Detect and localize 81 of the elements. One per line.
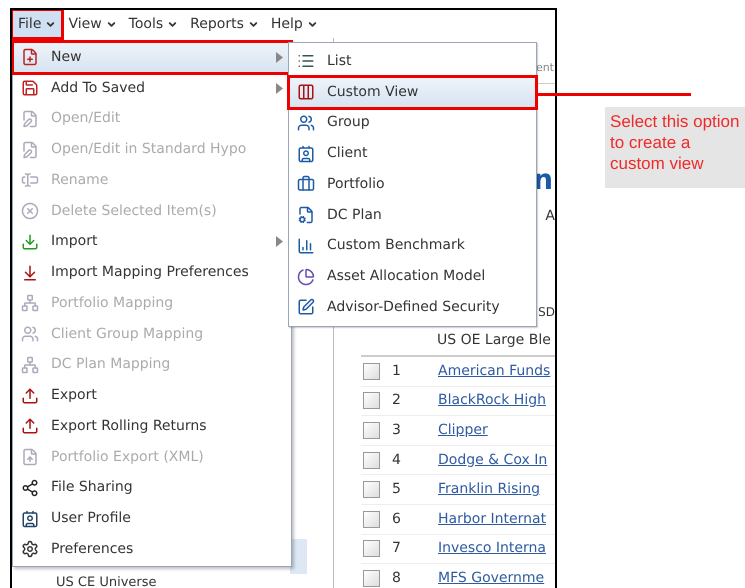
menu-bar-item[interactable]: Help — [264, 10, 324, 38]
callout-note: Select this option to create a custom view — [605, 107, 745, 188]
bar-chart-icon — [297, 236, 315, 255]
fund-link[interactable]: Invesco Interna — [438, 538, 546, 560]
menu-bar-item[interactable]: Reports — [184, 10, 265, 38]
row-checkbox[interactable] — [363, 392, 380, 410]
submenu-arrow-icon — [276, 52, 283, 63]
tab[interactable]: ent — [536, 60, 554, 77]
upload-icon — [21, 417, 39, 436]
menu-item[interactable]: Export — [13, 380, 291, 411]
field-label: A — [545, 206, 555, 226]
fund-link[interactable]: MFS Governme — [438, 568, 544, 588]
group-header: US OE Large Ble — [437, 330, 551, 350]
row-checkbox[interactable] — [363, 452, 380, 469]
menu-item[interactable]: New — [13, 42, 291, 73]
share-icon — [21, 478, 39, 497]
upload-icon — [21, 386, 39, 405]
pie-chart-icon — [297, 268, 315, 286]
briefcase-icon — [297, 175, 315, 194]
fund-link[interactable]: Franklin Rising — [438, 479, 540, 500]
submenu-arrow-icon — [276, 82, 283, 94]
fund-link[interactable]: BlackRock High — [438, 390, 546, 412]
row-number: 8 — [392, 568, 402, 588]
row-number: 1 — [392, 362, 402, 381]
menu-item[interactable]: Custom Benchmark — [289, 230, 536, 262]
menu-item[interactable]: User Profile — [13, 503, 291, 534]
menu-item[interactable]: Advisor-Defined Security — [289, 292, 536, 323]
row-number: 7 — [392, 539, 402, 558]
pencil-document-icon — [21, 110, 39, 128]
fund-link[interactable]: Dodge & Cox In — [438, 450, 548, 471]
mapping-icon — [21, 356, 39, 374]
fund-link[interactable]: Clipper — [438, 420, 488, 441]
row-checkbox[interactable] — [363, 481, 380, 498]
list-item: US CE Universe — [55, 576, 158, 588]
submenu-arrow-icon — [276, 236, 283, 248]
column-header: SD — [538, 304, 555, 321]
delete-icon — [21, 202, 39, 220]
row-number: 4 — [392, 450, 402, 470]
row-checkbox[interactable] — [363, 510, 380, 528]
menu-item[interactable]: List — [289, 46, 536, 77]
menu-bar-item[interactable]: File — [12, 10, 62, 38]
menu-item[interactable]: Add To Saved — [13, 72, 291, 104]
mapping-icon — [21, 294, 39, 312]
settings-icon — [21, 540, 39, 558]
contact-card-icon — [21, 510, 39, 528]
menu-item[interactable]: File Sharing — [13, 472, 291, 504]
menu-item[interactable]: Group — [289, 108, 536, 138]
row-checkbox[interactable] — [363, 362, 380, 380]
pencil-document-icon — [21, 140, 39, 159]
document-gear-icon — [297, 206, 315, 224]
columns-icon — [297, 83, 315, 102]
file-upload-icon — [21, 448, 39, 466]
menu-item[interactable]: Asset Allocation Model — [289, 261, 536, 292]
row-number: 3 — [392, 420, 402, 440]
contact-card-icon — [297, 144, 315, 163]
text-cursor-icon — [21, 171, 39, 190]
down-arrow-icon — [21, 264, 39, 282]
menu-item[interactable]: Preferences — [13, 534, 291, 565]
menu-item[interactable]: Client — [289, 138, 536, 169]
menu-item[interactable]: Import — [13, 226, 291, 258]
menu-bar-item[interactable]: View — [62, 10, 123, 38]
menu-item[interactable]: Portfolio — [289, 169, 536, 200]
row-checkbox[interactable] — [363, 540, 380, 558]
menu-item[interactable]: Export Rolling Returns — [13, 411, 291, 442]
people-icon — [297, 114, 315, 132]
people-icon — [21, 325, 39, 344]
row-number: 6 — [392, 510, 402, 529]
fund-link[interactable]: Harbor Internat — [438, 508, 546, 530]
row-number: 5 — [392, 480, 402, 500]
pencil-square-icon — [297, 298, 315, 316]
menu-item[interactable]: Import Mapping Preferences — [13, 257, 291, 288]
fund-link[interactable]: American Funds — [438, 360, 550, 382]
row-number: 2 — [392, 391, 402, 410]
row-checkbox[interactable] — [363, 422, 380, 439]
menu-item[interactable]: DC Plan — [289, 200, 536, 230]
menu-bar-item[interactable]: Tools — [122, 10, 184, 38]
row-checkbox[interactable] — [363, 570, 380, 587]
menu-item[interactable]: Custom View — [289, 76, 536, 108]
download-icon — [21, 232, 39, 251]
selected-row-highlight — [290, 538, 307, 574]
file-plus-icon — [21, 48, 39, 66]
